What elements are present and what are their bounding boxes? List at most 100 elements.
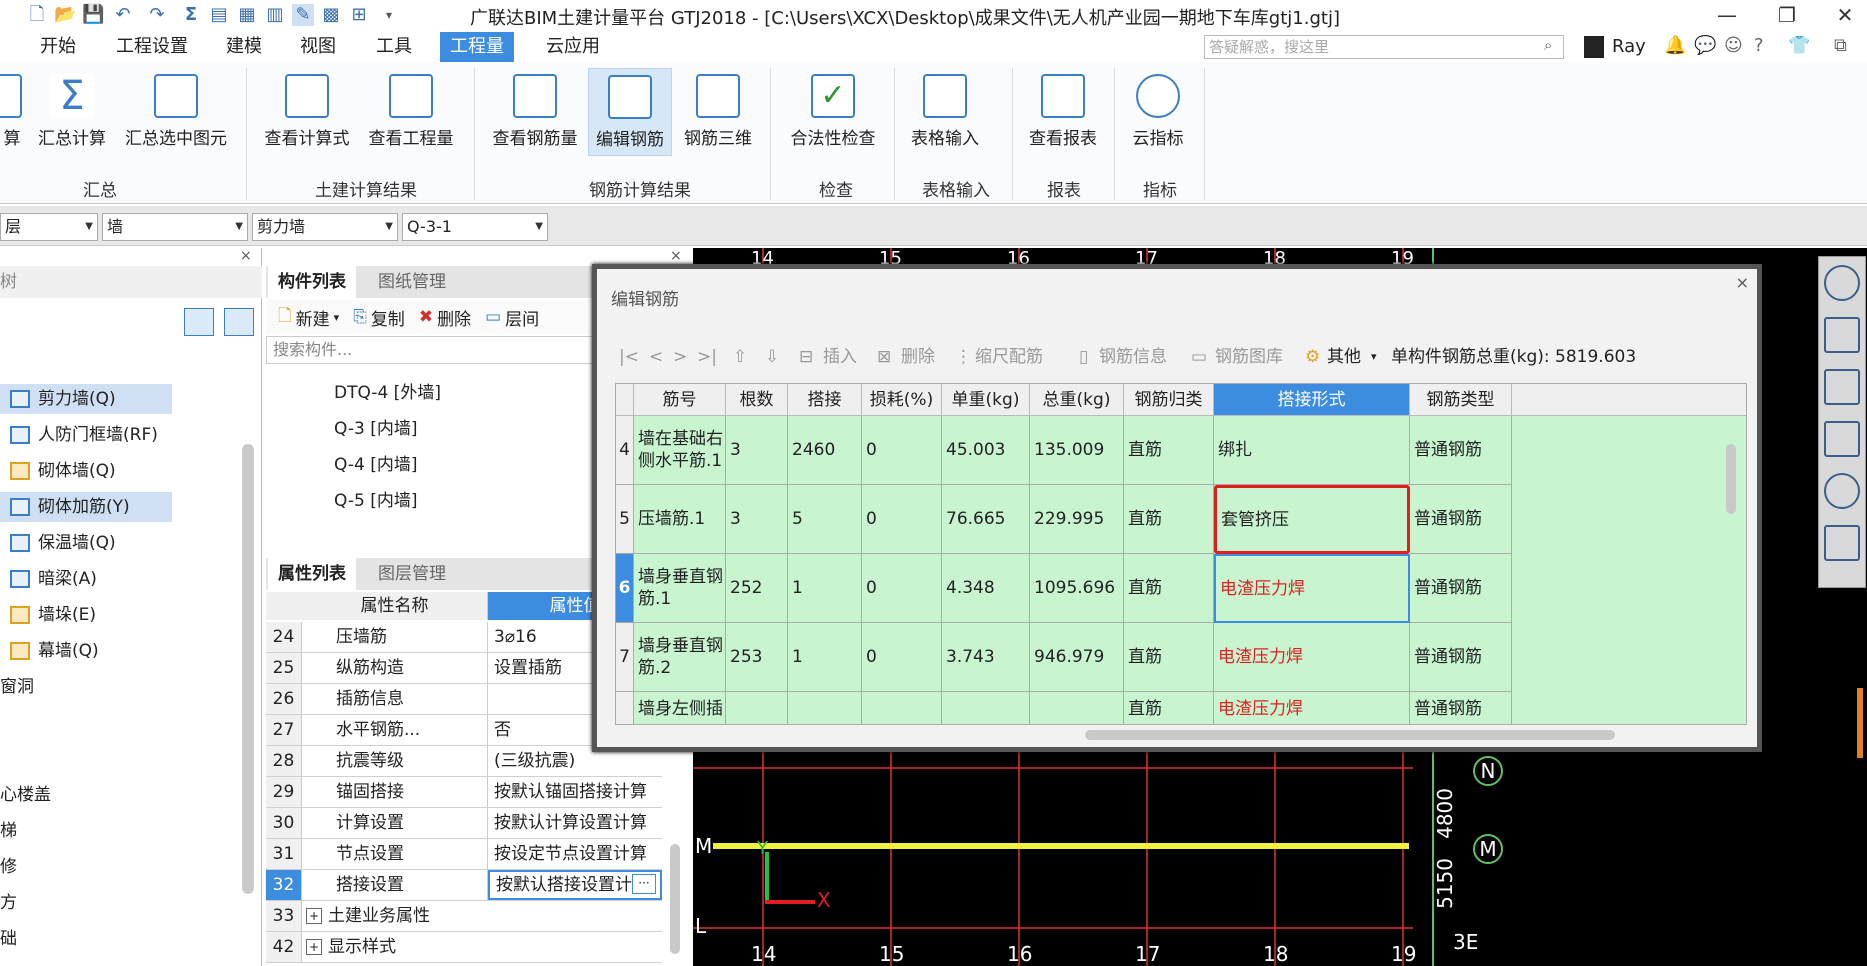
validity-check-button[interactable]: ✓ 合法性检查 (784, 68, 882, 156)
pin-icon[interactable]: ⧉ (1834, 35, 1847, 56)
scrollbar[interactable] (1857, 688, 1863, 758)
table-cell[interactable] (942, 692, 1030, 724)
tree-item-shear-wall[interactable]: 剪力墙(Q) (0, 384, 172, 414)
tree-group-earthwork[interactable]: 方 (0, 888, 17, 918)
tree-item-masonry-rebar[interactable]: 砌体加筋(Y) (0, 492, 172, 522)
rotate-icon[interactable] (1824, 473, 1860, 509)
other-button[interactable]: 其他 (1327, 341, 1361, 373)
row-number[interactable]: 4 (616, 416, 634, 485)
tab-layer-management[interactable]: 图层管理 (368, 558, 456, 590)
tree-group-stairs[interactable]: 梯 (0, 816, 17, 846)
table-cell[interactable]: 压墙筋.1 (634, 485, 726, 554)
redo-icon[interactable]: ↷ (146, 4, 168, 26)
col-header-category[interactable]: 钢筋归类 (1124, 384, 1214, 416)
close-icon[interactable]: × (240, 248, 252, 264)
list-item[interactable]: DTQ-4 [外墙] (334, 378, 441, 408)
table-cell[interactable] (726, 692, 788, 724)
property-group-row[interactable]: 42 + 显示样式 (266, 932, 662, 963)
service-icon[interactable]: ☺ (1724, 35, 1743, 56)
new-button[interactable]: 新建 (296, 305, 330, 330)
close-icon[interactable]: × (670, 248, 682, 264)
table-cell[interactable]: 229.995 (1030, 485, 1124, 554)
tab-project-settings[interactable]: 工程设置 (106, 32, 198, 62)
tab-component-list[interactable]: 构件列表 (268, 266, 356, 298)
rebar-library-button[interactable]: 钢筋图库 (1215, 341, 1283, 373)
table-cell[interactable]: 直筋 (1124, 554, 1214, 623)
col-header-count[interactable]: 根数 (726, 384, 788, 416)
scrollbar[interactable] (242, 444, 254, 894)
move-up-icon[interactable]: ⇧ (733, 341, 747, 373)
expand-icon[interactable]: + (306, 939, 322, 955)
skin-icon[interactable]: 👕 (1788, 35, 1810, 56)
table-cell[interactable]: 普通钢筋 (1410, 485, 1512, 554)
table-cell[interactable]: 4.348 (942, 554, 1030, 623)
rebar-3d-button[interactable]: 钢筋三维 (678, 68, 758, 156)
property-row-selected[interactable]: 32 搭接设置 按默认搭接设置计算 ··· (266, 870, 662, 901)
user-name[interactable]: Ray (1612, 36, 1646, 57)
table-cell[interactable]: 直筋 (1124, 692, 1214, 724)
table-cell[interactable]: 墙身垂直钢筋.2 (634, 623, 726, 692)
floor-select[interactable]: 层 ▼ (0, 213, 98, 241)
tree-group-decoration[interactable]: 修 (0, 852, 17, 882)
sum-icon[interactable]: Σ (180, 4, 202, 26)
table-cell[interactable]: 直筋 (1124, 485, 1214, 554)
col-header-loss[interactable]: 损耗(%) (862, 384, 942, 416)
list-item[interactable]: Q-4 [内墙] (334, 450, 417, 480)
check-icon[interactable]: ▥ (264, 4, 286, 26)
row-number[interactable]: 5 (616, 485, 634, 554)
table-cell[interactable]: 普通钢筋 (1410, 416, 1512, 485)
tree-item-hidden-beam[interactable]: 暗梁(A) (0, 564, 97, 594)
rebar-3d-icon[interactable]: ▩ (320, 4, 342, 26)
row-number[interactable] (616, 692, 634, 724)
cube-view-icon[interactable] (1824, 369, 1860, 405)
table-cell[interactable]: 普通钢筋 (1410, 692, 1512, 724)
tab-modeling[interactable]: 建模 (216, 32, 272, 62)
horizontal-scrollbar[interactable] (1085, 730, 1615, 740)
table-cell[interactable] (862, 692, 942, 724)
detail-view-icon[interactable] (224, 308, 254, 336)
table-cell[interactable]: 墙身垂直钢筋.1 (634, 554, 726, 623)
table-cell[interactable]: 1 (788, 554, 862, 623)
col-header-total-weight[interactable]: 总重(kg) (1030, 384, 1124, 416)
prev-button[interactable]: < (649, 341, 663, 373)
property-row[interactable]: 30 计算设置 按默认计算设置计算 (266, 808, 662, 839)
tree-item-wall-pier[interactable]: 墙垛(E) (0, 600, 96, 630)
calc-button[interactable]: 算 (0, 68, 24, 156)
edit-rebar-icon[interactable]: ✎ (292, 4, 314, 26)
property-row[interactable]: 31 节点设置 按设定节点设置计算 (266, 839, 662, 870)
chevron-down-icon[interactable]: ▾ (334, 311, 340, 324)
view-quantity-button[interactable]: 查看工程量 (362, 68, 460, 156)
more-options-icon[interactable]: ··· (632, 874, 656, 894)
layout-icon[interactable] (1824, 525, 1860, 561)
tab-cloud[interactable]: 云应用 (536, 32, 610, 62)
delete-button[interactable]: 删除 (437, 305, 471, 330)
col-header-lap[interactable]: 搭接 (788, 384, 862, 416)
expand-icon[interactable]: + (306, 908, 322, 924)
undo-icon[interactable]: ↶ (112, 4, 134, 26)
insert-button[interactable]: 插入 (823, 341, 857, 373)
add-icon[interactable]: ⊞ (348, 4, 370, 26)
tab-quantity[interactable]: 工程量 (440, 32, 514, 62)
quantity-icon[interactable]: ▦ (236, 4, 258, 26)
table-cell[interactable]: 墙身左侧插 (634, 692, 726, 724)
table-cell[interactable]: 1095.696 (1030, 554, 1124, 623)
table-cell[interactable]: 1 (788, 623, 862, 692)
view-rebar-button[interactable]: 查看钢筋量 (486, 68, 584, 156)
table-cell[interactable]: 45.003 (942, 416, 1030, 485)
floor-copy-button[interactable]: 层间 (505, 305, 539, 330)
table-cell[interactable]: 2460 (788, 416, 862, 485)
row-number[interactable]: 7 (616, 623, 634, 692)
table-cell[interactable]: 直筋 (1124, 623, 1214, 692)
tab-view[interactable]: 视图 (290, 32, 346, 62)
tree-item-curtain-wall[interactable]: 幕墙(Q) (0, 636, 99, 666)
property-row[interactable]: 29 锚固搭接 按默认锚固搭接计算 (266, 777, 662, 808)
sum-selected-button[interactable]: 汇总选中图元 (118, 68, 234, 156)
table-cell[interactable]: 绑扎 (1214, 416, 1410, 485)
help-search-input[interactable]: 答疑解惑，搜这里 (1204, 35, 1564, 59)
row-number-selected[interactable]: 6 (616, 554, 634, 623)
tree-group-window-opening[interactable]: 窗洞 (0, 672, 34, 702)
tab-property-list[interactable]: 属性列表 (268, 558, 356, 590)
avatar[interactable] (1584, 36, 1604, 58)
new-file-icon[interactable]: 🗋 (26, 4, 48, 26)
table-cell[interactable]: 电渣压力焊 (1214, 623, 1410, 692)
